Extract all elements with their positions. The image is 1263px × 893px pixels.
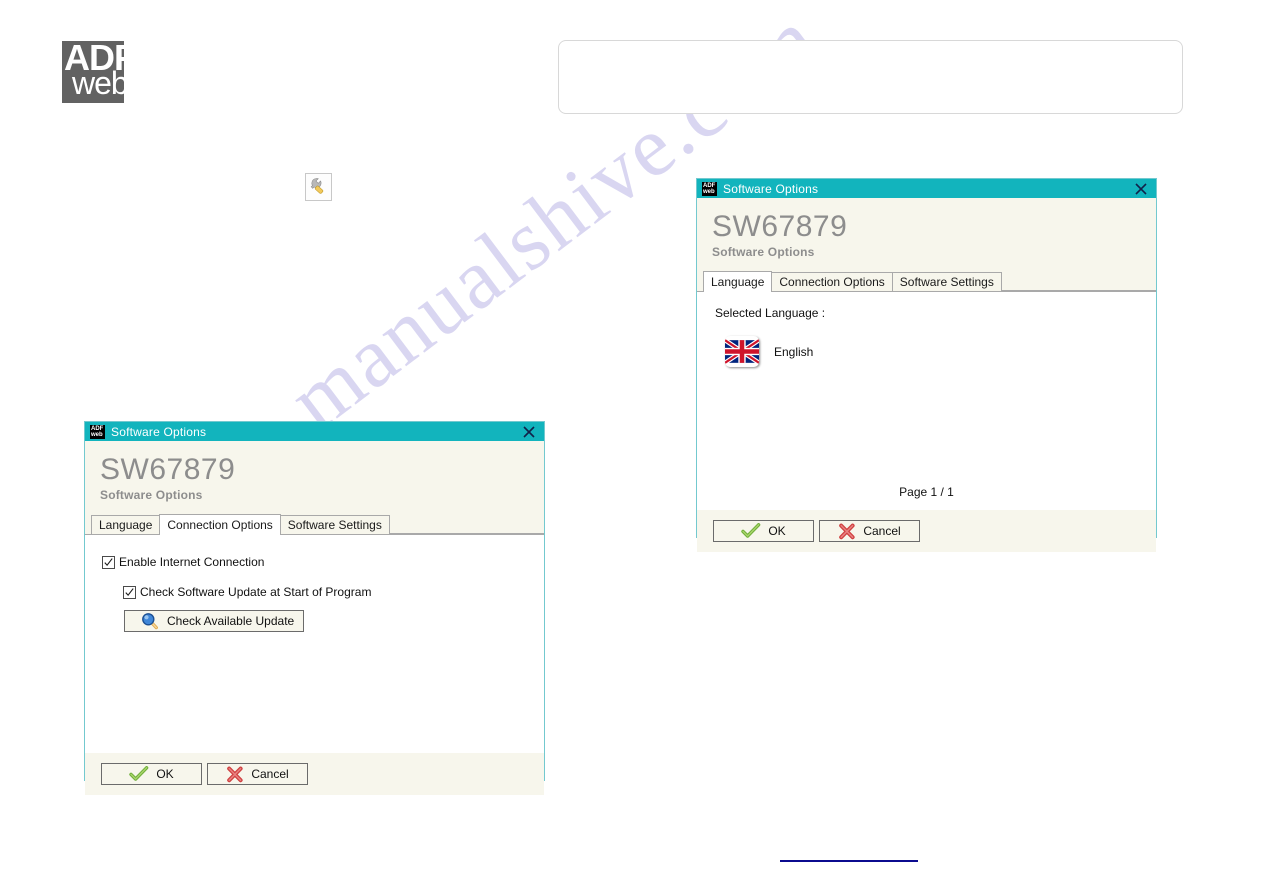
close-icon-glyph (523, 425, 535, 438)
magnifier-icon (142, 613, 158, 630)
wrench-icon-glyph (310, 178, 324, 194)
close-icon-glyph (1135, 182, 1147, 195)
dialog-footer: OK Cancel (85, 753, 544, 795)
footer-link[interactable] (780, 849, 918, 862)
tab-language[interactable]: Language (703, 271, 773, 292)
note-box (558, 40, 1183, 114)
tab-connection-options[interactable]: Connection Options (159, 514, 281, 535)
cross-icon (839, 523, 855, 539)
dialog-footer: OK Cancel (697, 510, 1156, 552)
close-icon[interactable] (1134, 182, 1148, 196)
cancel-button[interactable]: Cancel (207, 763, 308, 785)
cancel-button-label: Cancel (863, 524, 901, 538)
page-indicator: Page 1 / 1 (899, 485, 954, 499)
logo-adf-overflow: ADF (64, 37, 124, 42)
tab-software-settings[interactable]: Software Settings (891, 272, 1002, 291)
product-name: SW67879 (712, 210, 848, 243)
tabstrip-filler (388, 516, 544, 534)
dialog-body: Selected Language : English Page 1 / 1 (697, 291, 1156, 510)
ok-button-label: OK (768, 524, 786, 538)
adfweb-logo: ADF web (62, 37, 136, 103)
check-available-update-button[interactable]: Check Available Update (124, 610, 304, 632)
adfweb-logo-topmask: ADF (62, 28, 124, 42)
selected-language-label: Selected Language : (715, 306, 826, 320)
wrench-icon[interactable] (305, 173, 332, 201)
dialog-header: SW67879 Software Options (85, 441, 544, 502)
product-subtitle: Software Options (712, 245, 815, 259)
tab-software-settings[interactable]: Software Settings (279, 515, 390, 534)
software-options-dialog-language: ADF web Software Options SW67879 Software… (696, 178, 1157, 552)
tab-language[interactable]: Language (91, 515, 161, 534)
ok-button-label: OK (156, 767, 174, 781)
uk-flag-icon[interactable] (725, 336, 759, 367)
software-options-dialog-connection: ADF web Software Options SW67879 Software… (84, 421, 545, 795)
option-label-check-update-at-start: Check Software Update at Start of Progra… (140, 585, 372, 599)
check-available-update-label: Check Available Update (167, 614, 295, 628)
cross-icon (227, 766, 243, 782)
dialog-body: Enable Internet Connection Check Softwar… (85, 534, 544, 753)
cancel-button[interactable]: Cancel (819, 520, 920, 542)
dialog-titlebar: ADF web Software Options (697, 179, 1156, 198)
ok-button[interactable]: OK (101, 763, 202, 785)
product-subtitle: Software Options (100, 488, 203, 502)
option-check-update-at-start[interactable]: Check Software Update at Start of Progra… (123, 585, 544, 599)
close-icon[interactable] (522, 425, 536, 439)
tabstrip: Language Connection Options Software Set… (697, 271, 1156, 292)
checkbox-check-update-at-start[interactable] (123, 585, 136, 599)
check-icon (741, 523, 761, 538)
option-enable-internet-connection[interactable]: Enable Internet Connection (102, 555, 544, 569)
checkbox-enable-internet-connection[interactable] (102, 555, 115, 569)
adfweb-logo-icon: ADF web (90, 424, 105, 439)
dialog-titlebar: ADF web Software Options (85, 422, 544, 441)
tabstrip-filler (1000, 273, 1156, 291)
checkmark-icon (125, 587, 134, 596)
tab-connection-options[interactable]: Connection Options (771, 272, 893, 291)
language-list-item[interactable]: English (725, 336, 1156, 367)
cancel-button-label: Cancel (251, 767, 289, 781)
uk-flag-glyph (725, 338, 759, 365)
check-icon (129, 766, 149, 781)
dialog-header: SW67879 Software Options (697, 198, 1156, 259)
product-name: SW67879 (100, 453, 236, 486)
logo-web-text: web (72, 65, 129, 101)
language-name: English (774, 344, 814, 359)
ok-button[interactable]: OK (713, 520, 814, 542)
checkmark-icon (104, 557, 113, 566)
adfweb-logo-icon: ADF web (702, 181, 717, 196)
dialog-title: Software Options (723, 181, 819, 196)
option-label-enable-internet-connection: Enable Internet Connection (119, 555, 265, 569)
tabstrip: Language Connection Options Software Set… (85, 514, 544, 535)
dialog-title: Software Options (111, 424, 207, 439)
